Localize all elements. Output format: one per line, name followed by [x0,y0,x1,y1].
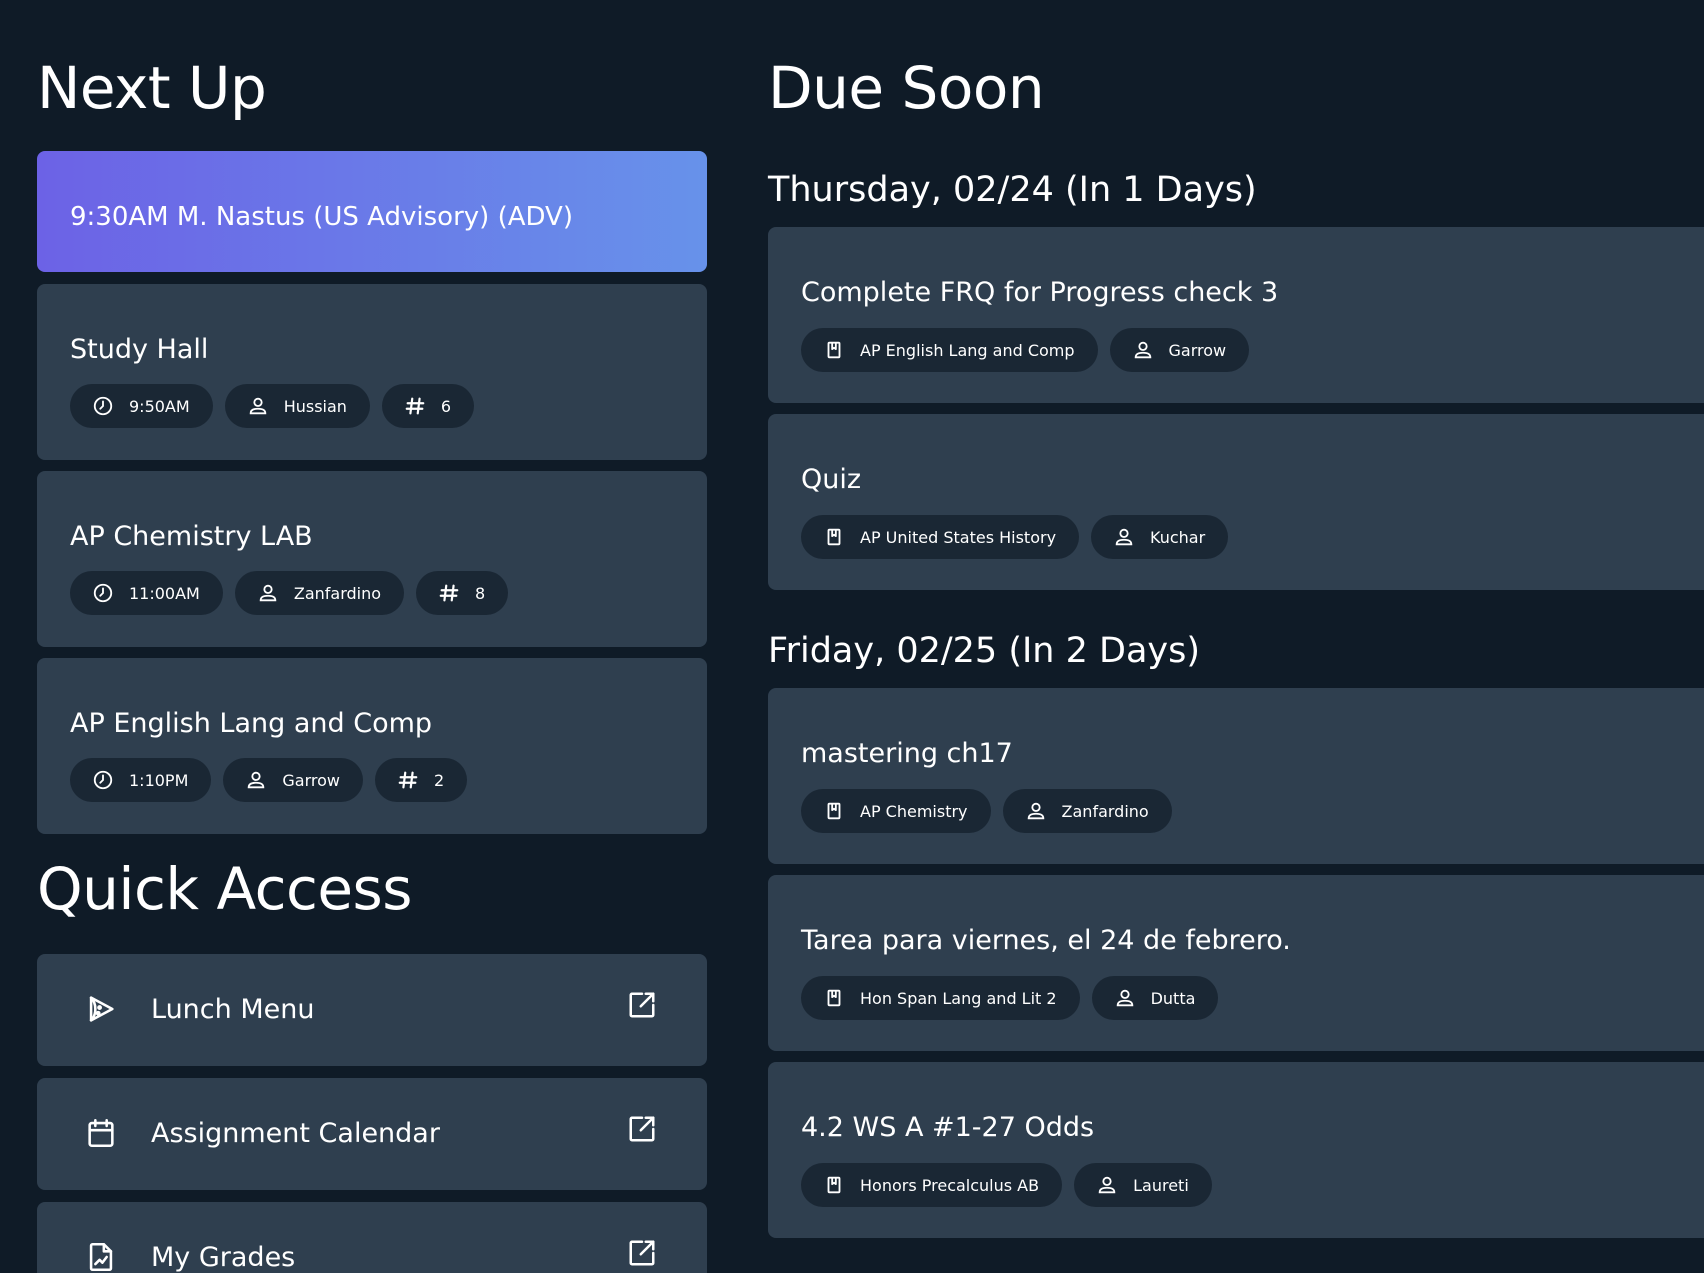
quick-link-label: Lunch Menu [151,994,315,1025]
class-name: AP English Lang and Comp [70,708,433,739]
class-name: AP Chemistry LAB [70,521,313,552]
teacher-pill: Garrow [223,758,363,802]
book-icon [827,802,841,820]
quick-link-label: Assignment Calendar [151,1118,440,1149]
class-time: 9:50AM [129,396,190,416]
pizza-icon [89,996,114,1022]
class-teacher: Hussian [283,396,347,416]
quick-link-lunch-menu[interactable]: Lunch Menu [37,954,707,1066]
assignment-course: AP United States History [860,527,1057,547]
class-card[interactable]: Study Hall 9:50AM Hussian 6 [37,284,707,460]
time-pill: 9:50AM [70,384,213,428]
hash-icon [405,397,425,415]
assignment-course: AP English Lang and Comp [860,340,1075,360]
assignment-card[interactable]: Quiz AP United States History Kuchar [768,414,1704,590]
person-icon [249,397,266,415]
time-pill: 11:00AM [70,571,223,615]
person-icon [1116,989,1133,1007]
assignment-teacher: Laureti [1133,1175,1189,1195]
person-icon [1134,341,1151,359]
assignment-card[interactable]: mastering ch17 AP Chemistry Zanfardino [768,688,1704,864]
external-link-icon[interactable] [627,990,657,1020]
external-link-icon[interactable] [627,1238,657,1268]
teacher-pill: Garrow [1109,328,1250,372]
room-pill: 2 [375,758,468,802]
assignment-title: Complete FRQ for Progress check 3 [801,277,1279,308]
quick-link-my-grades[interactable]: My Grades [37,1202,707,1273]
class-name: Study Hall [70,334,209,365]
teacher-pill: Hussian [224,384,370,428]
assignment-card[interactable]: 4.2 WS A #1-27 Odds Honors Precalculus A… [768,1062,1704,1238]
assignment-teacher: Dutta [1150,988,1196,1008]
next-up-title: Next Up [37,54,267,122]
quick-link-label: My Grades [151,1242,296,1273]
time-pill: 1:10PM [70,758,212,802]
person-icon [1098,1176,1116,1194]
person-icon [1115,528,1133,546]
assignment-title: Quiz [801,464,862,495]
hash-icon [398,771,418,789]
course-pill: AP Chemistry [801,789,991,833]
quick-link-assignment-calendar[interactable]: Assignment Calendar [37,1078,707,1190]
course-pill: Honors Precalculus AB [801,1163,1063,1207]
assignment-teacher: Garrow [1168,340,1227,360]
assignment-teacher: Kuchar [1150,527,1206,547]
quick-access-title: Quick Access [37,855,413,923]
teacher-pill: Laureti [1074,1163,1212,1207]
class-card[interactable]: AP Chemistry LAB 11:00AM Zanfardino 8 [37,471,707,647]
class-time: 11:00AM [129,583,200,603]
book-icon [827,528,841,546]
person-icon [1027,802,1044,820]
assignment-title: mastering ch17 [801,738,1013,769]
assignment-title: 4.2 WS A #1-27 Odds [801,1112,1095,1143]
class-teacher: Zanfardino [293,583,382,603]
room-pill: 8 [416,571,509,615]
day-heading: Thursday, 02/24 (In 1 Days) [768,170,1257,210]
clock-icon [93,396,113,416]
assignment-card[interactable]: Tarea para viernes, el 24 de febrero. Ho… [768,875,1704,1051]
assignment-title: Tarea para viernes, el 24 de febrero. [801,925,1291,956]
assignment-teacher: Zanfardino [1061,801,1149,821]
teacher-pill: Zanfardino [234,571,405,615]
clock-icon [93,770,113,790]
class-card[interactable]: AP English Lang and Comp 1:10PM Garrow 2 [37,658,707,834]
day-heading: Friday, 02/25 (In 2 Days) [768,631,1200,671]
course-pill: AP United States History [801,515,1080,559]
current-class-text: 9:30AM M. Nastus (US Advisory) (ADV) [70,202,573,232]
course-pill: AP English Lang and Comp [801,328,1098,372]
person-icon [248,771,265,789]
class-room: 8 [475,583,486,603]
assignment-course: Hon Span Lang and Lit 2 [860,988,1057,1008]
class-room: 6 [440,396,452,416]
assignment-course: AP Chemistry [860,801,968,821]
grades-icon [89,1242,113,1272]
room-pill: 6 [381,384,475,428]
current-class-card[interactable]: 9:30AM M. Nastus (US Advisory) (ADV) [37,151,707,272]
assignment-card[interactable]: Complete FRQ for Progress check 3 AP Eng… [768,227,1704,403]
person-icon [259,584,277,602]
hash-icon [439,584,459,602]
course-pill: Hon Span Lang and Lit 2 [801,976,1080,1020]
teacher-pill: Dutta [1091,976,1219,1020]
book-icon [827,1176,841,1194]
assignment-course: Honors Precalculus AB [860,1175,1040,1195]
book-icon [827,341,841,359]
class-room: 2 [434,770,445,790]
external-link-icon[interactable] [627,1114,657,1144]
class-teacher: Garrow [282,770,340,790]
clock-icon [93,583,113,603]
book-icon [827,989,841,1007]
teacher-pill: Zanfardino [1002,789,1172,833]
dashboard: Next Up 9:30AM M. Nastus (US Advisory) (… [0,0,1704,1273]
due-soon-title: Due Soon [768,54,1045,122]
class-time: 1:10PM [129,770,189,790]
teacher-pill: Kuchar [1091,515,1229,559]
calendar-icon [88,1118,114,1148]
